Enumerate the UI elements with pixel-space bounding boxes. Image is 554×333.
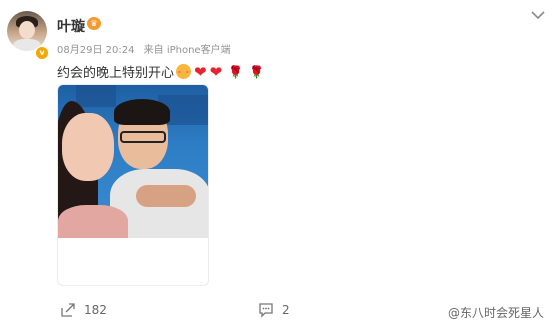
comment-count: 2 xyxy=(282,303,290,317)
member-crown-icon[interactable]: ♛ xyxy=(87,17,101,30)
comment-icon xyxy=(259,303,273,318)
avatar-face xyxy=(19,21,35,39)
rose-icon: 🌹 xyxy=(249,64,265,79)
post-footer: 182 2 @东八时会死星人 xyxy=(0,298,554,328)
photo-man-glasses xyxy=(120,131,166,143)
share-count: 182 xyxy=(84,303,107,317)
username[interactable]: 叶璇 xyxy=(57,16,85,36)
chevron-down-icon[interactable] xyxy=(530,10,546,20)
post-text: 约会的晚上特别开心 xyxy=(57,66,175,81)
share-icon xyxy=(61,303,75,317)
photo-man-hair xyxy=(114,99,170,125)
comment-button[interactable]: 2 xyxy=(258,302,290,318)
blush-face-icon xyxy=(176,64,192,79)
red-heart-icon: ❤ xyxy=(209,62,223,81)
watermark: @东八时会死星人 xyxy=(447,306,544,320)
post-timestamp[interactable]: 08月29日 20:24 xyxy=(57,45,134,56)
user-avatar[interactable] xyxy=(7,11,47,51)
verified-badge-icon: v xyxy=(35,46,49,60)
share-button[interactable]: 182 xyxy=(60,302,107,318)
rose-icon: 🌹 xyxy=(228,64,244,79)
red-heart-icon: ❤ xyxy=(194,62,207,81)
photo-man-arm xyxy=(136,185,196,207)
post-meta: 08月29日 20:24 来自 iPhone客户端 xyxy=(57,41,237,56)
post-source: 来自 iPhone客户端 xyxy=(143,45,231,56)
post-image-card[interactable] xyxy=(57,84,209,286)
post-text-line: 约会的晚上特别开心 ❤ ❤ 🌹 🌹 xyxy=(57,62,265,82)
photo-woman-body xyxy=(58,205,128,238)
post-photo[interactable] xyxy=(58,85,208,238)
photo-bg-tile xyxy=(76,85,116,107)
photo-woman-face xyxy=(62,113,114,181)
